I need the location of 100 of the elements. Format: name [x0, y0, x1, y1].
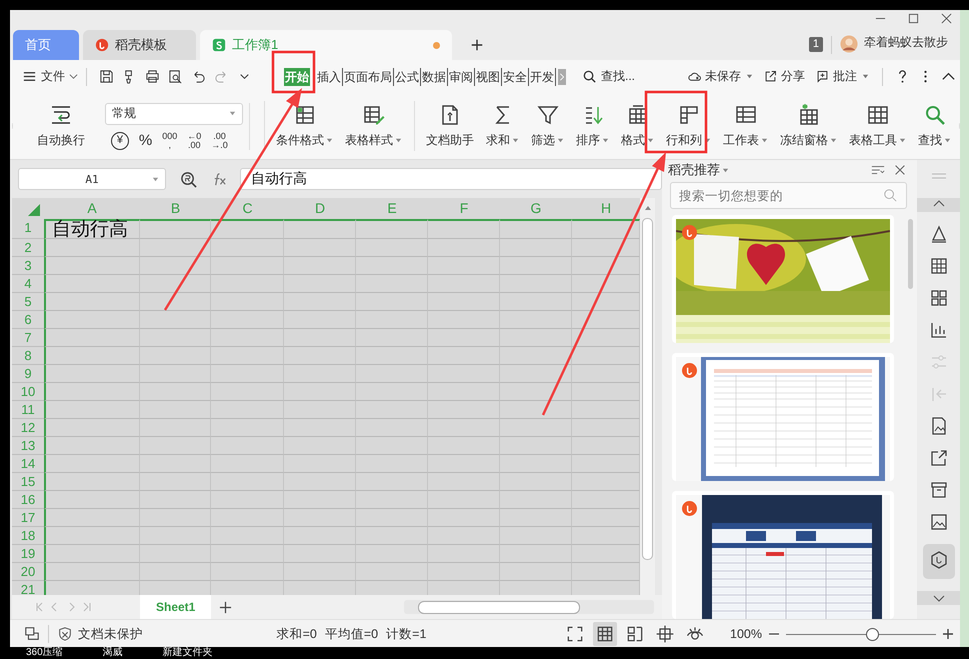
close-icon[interactable]	[893, 163, 907, 177]
chevron-down-icon	[69, 72, 78, 81]
number-format-button[interactable]: .00 →.0	[211, 132, 228, 150]
vertical-scrollbar[interactable]	[640, 198, 655, 595]
caret-icon	[746, 73, 753, 80]
grid-cell	[140, 311, 211, 329]
image-icon[interactable]	[928, 512, 948, 532]
apps-icon[interactable]	[928, 288, 948, 308]
ribbon-button[interactable]: 文档助手	[420, 103, 480, 149]
print-preview-icon[interactable]	[168, 69, 183, 84]
close-icon[interactable]	[941, 13, 952, 24]
ribbon-tab[interactable]: 开发	[529, 68, 556, 86]
grid-cell	[356, 383, 428, 401]
maximize-icon[interactable]	[908, 13, 919, 24]
grid-cell	[284, 239, 356, 257]
archive-icon[interactable]	[928, 480, 948, 500]
currency-button[interactable]: ¥	[110, 132, 129, 150]
ribbon-button[interactable]: 冻结窗格	[774, 103, 844, 149]
ribbon-tab[interactable]: 审阅	[448, 68, 475, 86]
percent-button[interactable]: %	[138, 133, 152, 148]
grid-cell	[356, 257, 428, 275]
status-stat: 平均值=0	[324, 626, 378, 642]
horizontal-scrollbar[interactable]	[404, 600, 654, 614]
comment-icon	[815, 69, 830, 84]
grid-cell	[140, 437, 211, 455]
window-count-badge[interactable]: 1	[808, 37, 823, 52]
grid-cell	[428, 293, 500, 311]
cell-text: 自动行高	[52, 220, 128, 240]
save-icon[interactable]	[99, 69, 114, 84]
add-sheet-icon[interactable]	[219, 600, 232, 614]
table-icon[interactable]	[928, 256, 948, 276]
grid-cell	[284, 455, 356, 473]
ribbon-tab[interactable]: 视图	[475, 68, 502, 86]
caret-icon	[944, 137, 952, 144]
number-format-button[interactable]: ←0 .00	[187, 132, 202, 150]
name-box[interactable]: A1	[18, 168, 166, 190]
document-tab[interactable]: 稻壳模板	[83, 30, 196, 60]
zoom-icon[interactable]	[180, 170, 197, 188]
ribbon-button[interactable]: 行和列	[660, 103, 718, 149]
toolbar-action[interactable]: 分享	[763, 68, 805, 85]
panel-title[interactable]: 稻壳推荐	[668, 161, 729, 179]
print-icon[interactable]	[145, 69, 160, 84]
ribbon-button[interactable]: 筛选	[525, 103, 570, 149]
share-icon[interactable]	[928, 448, 948, 468]
ribbon-button[interactable]: 排序	[570, 103, 616, 149]
grid-cell	[500, 473, 572, 491]
desktop-label[interactable]: 360压缩	[26, 647, 63, 659]
ribbon-button[interactable]: 条件格式	[270, 103, 339, 149]
ribbon-button[interactable]: 表格样式	[339, 103, 408, 149]
slider-thumb[interactable]	[866, 628, 878, 640]
file-menu[interactable]: 文件	[22, 68, 78, 85]
grid-cell	[428, 545, 500, 563]
hexagon-icon[interactable]	[928, 550, 948, 570]
protection-status[interactable]: 文档未保护	[57, 626, 143, 642]
grid-cell	[500, 239, 572, 257]
grid-cell	[356, 293, 428, 311]
grid-cell	[428, 257, 500, 275]
ribbon-button[interactable]: 格式	[615, 103, 660, 149]
grid-cell	[356, 419, 428, 437]
ribbon-tab[interactable]: 公式	[394, 68, 421, 86]
toolbar-action[interactable]: 未保存	[687, 68, 753, 85]
desktop-label[interactable]: 新建文件夹	[162, 647, 213, 659]
normal-view-icon[interactable]	[593, 622, 618, 646]
wrap-text-button[interactable]: 自动换行	[30, 103, 91, 149]
formula-field[interactable]: 自动行高	[240, 168, 662, 190]
search-icon	[582, 69, 597, 84]
grid-cell	[428, 509, 500, 527]
toolbar-action[interactable]: 批注	[815, 68, 869, 85]
grid-cell	[356, 509, 428, 527]
number-format-button[interactable]: 000 ,	[162, 132, 178, 150]
user-name[interactable]: 牵着蚂蚁去散步	[864, 34, 948, 51]
avatar-icon[interactable]	[840, 35, 858, 53]
ribbon-tab[interactable]: 页面布局	[343, 68, 394, 86]
grid-cell	[356, 455, 428, 473]
highlight-box	[272, 50, 316, 94]
zoom-level[interactable]: 100%	[730, 627, 762, 641]
ribbon-tab[interactable]: 安全	[502, 68, 529, 86]
template-search-field[interactable]: 搜索一切您想要的	[670, 182, 907, 209]
grid-cell	[140, 401, 211, 419]
sort-menu-icon[interactable]	[871, 163, 885, 177]
grid-cell	[284, 257, 356, 275]
layout-icon[interactable]	[24, 626, 40, 642]
scroll-up-icon[interactable]	[642, 204, 652, 212]
desktop-label[interactable]: 渴威	[102, 647, 123, 659]
ribbon-tab[interactable]: 数据	[421, 68, 448, 86]
search-command[interactable]: 查找...	[582, 68, 636, 85]
ribbon-tab[interactable]: 插入	[316, 68, 343, 86]
ribbon-button[interactable]: 表格工具	[843, 103, 912, 149]
chart-icon[interactable]	[928, 320, 948, 340]
number-format-dropdown[interactable]: 常规	[104, 102, 243, 124]
ribbon-button[interactable]: 工作表	[717, 103, 774, 149]
ribbon-button[interactable]: 求和	[480, 103, 526, 149]
grid-cell	[428, 419, 500, 437]
grid-cell	[500, 365, 572, 383]
ribbon-button[interactable]: 查找	[912, 103, 958, 149]
zoom-in-icon[interactable]	[942, 628, 954, 640]
grid-cell	[140, 491, 211, 509]
grid-cell	[140, 257, 211, 275]
new-tab-icon[interactable]	[470, 38, 484, 52]
grid-cell	[140, 329, 211, 347]
